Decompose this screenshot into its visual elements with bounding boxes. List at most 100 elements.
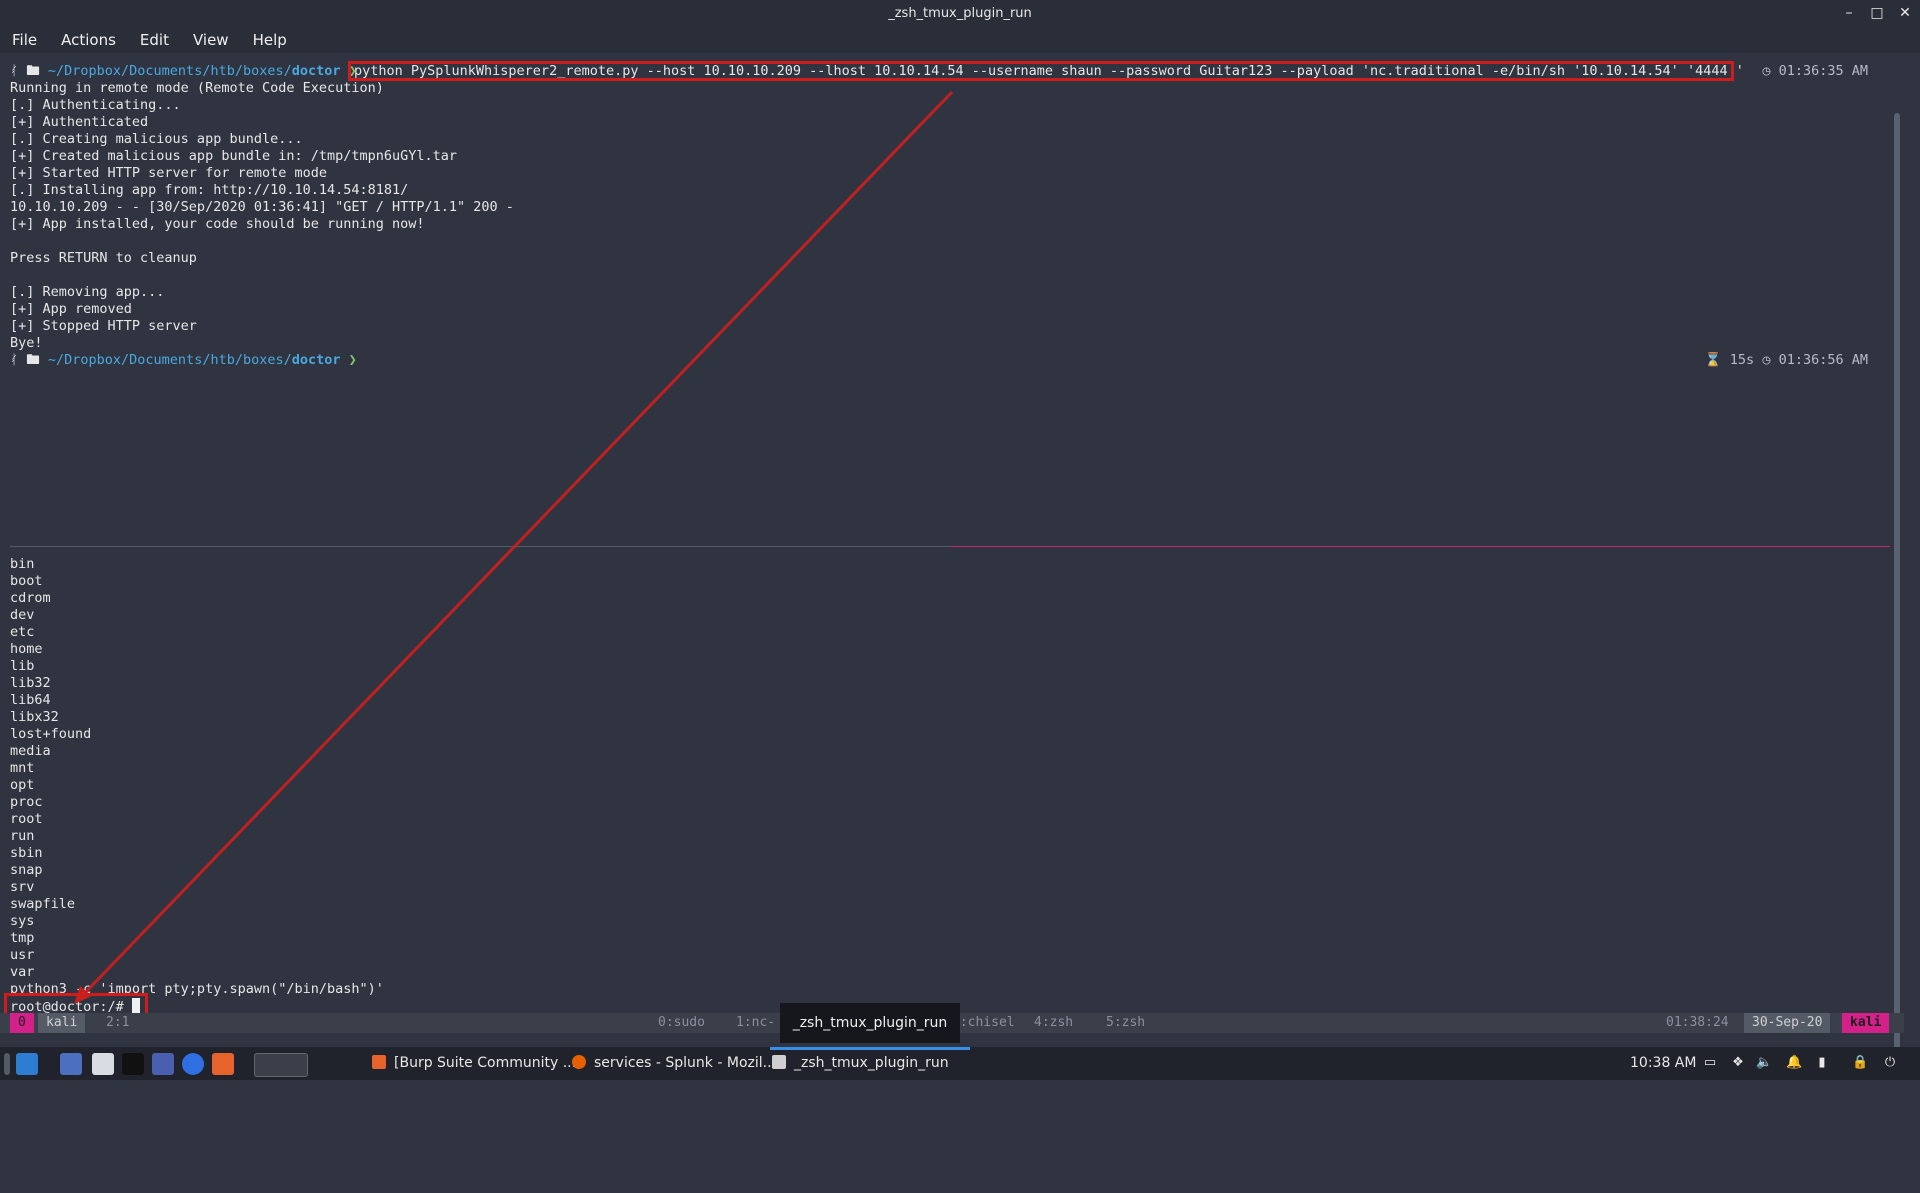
listing-item: root xyxy=(10,811,43,827)
firefox-icon xyxy=(572,1055,586,1069)
task-burp[interactable]: [Burp Suite Community ... xyxy=(372,1047,576,1080)
display-settings-icon[interactable] xyxy=(152,1053,174,1075)
output-line: [+] App installed, your code should be r… xyxy=(10,216,425,232)
listing-item: bin xyxy=(10,556,35,572)
dropbox-icon[interactable]: ❖ xyxy=(1730,1055,1746,1071)
task-firefox[interactable]: services - Splunk - Mozil... xyxy=(572,1047,776,1080)
panel-handle-icon[interactable] xyxy=(4,1053,10,1075)
listing-item: home xyxy=(10,641,43,657)
output-line: [.] Creating malicious app bundle... xyxy=(10,131,303,147)
listing-item: lib32 xyxy=(10,675,51,691)
menu-actions[interactable]: Actions xyxy=(49,28,128,53)
output-line: Running in remote mode (Remote Code Exec… xyxy=(10,80,384,96)
terminal-launcher-icon[interactable] xyxy=(122,1053,144,1075)
kali-icon: ᚰ xyxy=(10,63,19,79)
hourglass-icon: ⌛ xyxy=(1704,352,1722,368)
menu-edit[interactable]: Edit xyxy=(128,28,181,53)
notifications-icon[interactable]: 🔔 xyxy=(1786,1055,1802,1071)
command-highlight-box xyxy=(348,61,1734,81)
menu-view[interactable]: View xyxy=(181,28,241,53)
listing-item: media xyxy=(10,743,51,759)
listing-item: swapfile xyxy=(10,896,76,912)
listing-item: var xyxy=(10,964,35,980)
lock-icon[interactable]: 🔒 xyxy=(1852,1055,1868,1071)
output-line: [.] Removing app... xyxy=(10,284,165,300)
taskbar-clock[interactable]: 10:38 AM xyxy=(1630,1047,1696,1080)
prompt-arrow-icon: ❯ xyxy=(348,352,357,368)
volume-icon[interactable]: 🔈 xyxy=(1756,1055,1772,1071)
window-titlebar: _zsh_tmux_plugin_run – □ ✕ xyxy=(0,0,1920,28)
listing-item: run xyxy=(10,828,35,844)
taskbar: [Burp Suite Community ... services - Spl… xyxy=(0,1047,1920,1080)
kali-menu-icon[interactable] xyxy=(16,1053,38,1075)
menu-help[interactable]: Help xyxy=(241,28,299,53)
listing-item: srv xyxy=(10,879,35,895)
tmux-window-3[interactable]: 3:chisel xyxy=(952,1015,1015,1030)
tmux-host: kali xyxy=(38,1013,86,1033)
listing-item: dev xyxy=(10,607,35,623)
listing-item: lib xyxy=(10,658,35,674)
prompt-time-1: ◷ 01:36:35 AM xyxy=(1762,63,1868,79)
listing-item: opt xyxy=(10,777,35,793)
output-line: [+] Created malicious app bundle in: /tm… xyxy=(10,148,458,164)
listing-item: tmp xyxy=(10,930,35,946)
prompt-path: ~/Dropbox/Documents/htb/boxes/ xyxy=(47,63,292,79)
listing-item: mnt xyxy=(10,760,35,776)
output-line: [+] Stopped HTTP server xyxy=(10,318,197,334)
file-manager-icon[interactable] xyxy=(92,1053,114,1075)
battery-icon[interactable]: ▮ xyxy=(1814,1055,1830,1071)
clock-icon: ◷ xyxy=(1762,63,1771,79)
terminal-pane[interactable]: ᚰ 🖿 ~/Dropbox/Documents/htb/boxes/doctor… xyxy=(0,53,1904,1053)
display-icon[interactable]: ▭ xyxy=(1702,1055,1718,1071)
output-line: [+] Started HTTP server for remote mode xyxy=(10,165,327,181)
vertical-scrollbar[interactable] xyxy=(1894,113,1900,1053)
listing-item: sys xyxy=(10,913,35,929)
menu-file[interactable]: File xyxy=(0,28,49,53)
browser-launcher-icon[interactable] xyxy=(182,1053,204,1075)
tmux-window-4[interactable]: 4:zsh xyxy=(1034,1015,1073,1030)
output-line: [.] Authenticating... xyxy=(10,97,181,113)
listing-item: snap xyxy=(10,862,43,878)
listing-item: libx32 xyxy=(10,709,59,725)
burp-launcher-icon[interactable] xyxy=(212,1053,234,1075)
close-icon[interactable]: ✕ xyxy=(1896,3,1914,23)
prompt-line-1: ᚰ 🖿 ~/Dropbox/Documents/htb/boxes/doctor… xyxy=(10,63,357,80)
listing-item: lib64 xyxy=(10,692,51,708)
workspace-switcher[interactable] xyxy=(254,1053,308,1077)
tmux-session-index: 0 xyxy=(10,1013,34,1033)
menu-bar: File Actions Edit View Help xyxy=(0,28,1920,53)
tmux-clock: 01:38:24 xyxy=(1666,1015,1729,1030)
power-icon[interactable]: ⏻ xyxy=(1882,1055,1898,1071)
clock-icon: ◷ xyxy=(1762,352,1771,368)
listing-item: cdrom xyxy=(10,590,51,606)
listing-item: etc xyxy=(10,624,35,640)
output-line: 10.10.10.209 - - [30/Sep/2020 01:36:41] … xyxy=(10,199,514,215)
task-terminal[interactable]: _zsh_tmux_plugin_run xyxy=(772,1047,949,1080)
prompt-line-2: ᚰ 🖿 ~/Dropbox/Documents/htb/boxes/doctor… xyxy=(10,352,357,368)
tmux-user: kali xyxy=(1842,1013,1890,1033)
tmux-window-tooltip: _zsh_tmux_plugin_run xyxy=(780,1003,960,1043)
prompt-dir: doctor xyxy=(291,63,341,79)
scrollbar-thumb[interactable] xyxy=(1894,113,1900,1053)
tmux-window-5[interactable]: 5:zsh xyxy=(1106,1015,1145,1030)
listing-item: usr xyxy=(10,947,35,963)
tmux-window-0[interactable]: 0:sudo xyxy=(658,1015,705,1030)
minimize-icon[interactable]: – xyxy=(1840,3,1858,23)
prompt-time-2: ⌛ 15s ◷ 01:36:56 AM xyxy=(1704,352,1868,368)
output-line: [.] Installing app from: http://10.10.14… xyxy=(10,182,409,198)
listing-item: lost+found xyxy=(10,726,92,742)
listing-item: boot xyxy=(10,573,43,589)
pane-divider[interactable] xyxy=(10,546,1890,547)
tmux-window-1[interactable]: 1:nc- xyxy=(736,1015,775,1030)
show-desktop-icon[interactable] xyxy=(60,1053,82,1075)
listing-item: proc xyxy=(10,794,43,810)
listing-item: sbin xyxy=(10,845,43,861)
output-line: Bye! xyxy=(10,335,43,351)
terminal-icon xyxy=(772,1055,786,1069)
folder-icon: 🖿 xyxy=(26,352,40,368)
maximize-icon[interactable]: □ xyxy=(1868,3,1886,23)
tmux-pane: 2:1 xyxy=(106,1015,130,1030)
kali-icon: ᚰ xyxy=(10,352,19,368)
output-line: [+] Authenticated xyxy=(10,114,149,130)
window-title: _zsh_tmux_plugin_run xyxy=(888,6,1032,21)
